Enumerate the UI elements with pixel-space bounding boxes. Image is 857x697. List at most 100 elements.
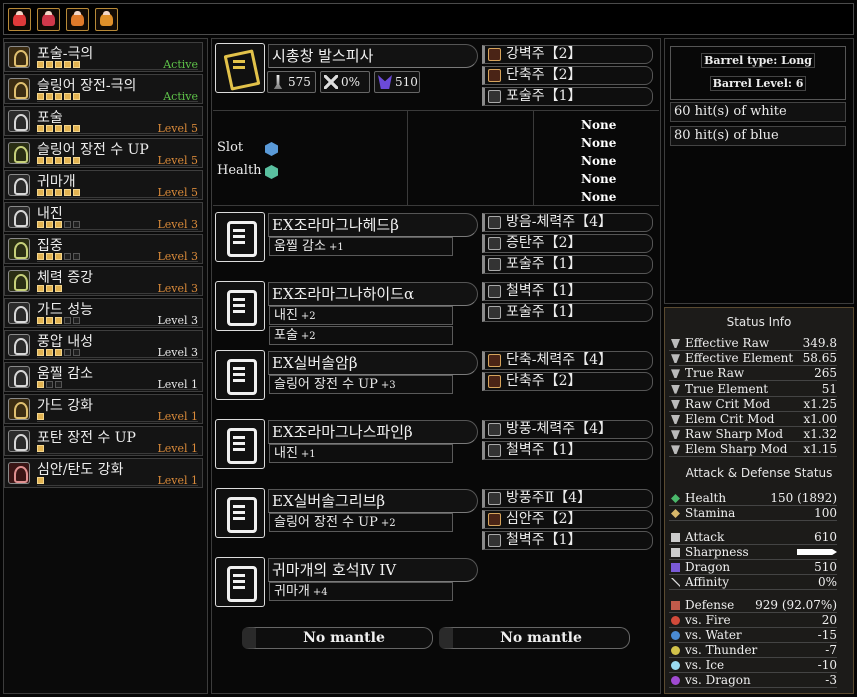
stat-icon xyxy=(671,430,680,440)
skill-name: 움찔 감소 xyxy=(37,366,93,382)
skill-row[interactable]: 체력 증강 Level 3 xyxy=(4,266,203,296)
skill-icon xyxy=(8,462,30,484)
guild-flag-icon-1[interactable] xyxy=(8,8,31,31)
armor-name: EX실버솔암β xyxy=(268,351,478,375)
level-pip xyxy=(37,317,44,324)
white-hits: 60 hit(s) of white xyxy=(670,102,846,122)
skill-row[interactable]: 심안/탄도 강화 Level 1 xyxy=(4,458,203,488)
decoration-slot[interactable]: 방풍주Ⅱ【4】 xyxy=(482,489,653,508)
armor-icon xyxy=(215,419,265,469)
level-pip xyxy=(55,61,62,68)
decoration-slot[interactable]: 강벽주【2】 xyxy=(482,45,653,64)
guild-flag-icon-4[interactable] xyxy=(95,8,118,31)
decoration-slot[interactable]: 철벽주【1】 xyxy=(482,282,653,301)
level-pip xyxy=(64,157,71,164)
armor-icon xyxy=(215,281,265,331)
armor-skill: 슬링어 장전 수 UP +3 xyxy=(269,375,453,394)
decoration-slot[interactable]: 단축-체력주【4】 xyxy=(482,351,653,370)
skill-icon xyxy=(8,174,30,196)
slot-label: Slot xyxy=(217,140,244,155)
armor-piece-row[interactable]: EX실버솔그리브β 슬링어 장전 수 UP +2 xyxy=(215,488,480,556)
armor-skill: 슬링어 장전 수 UP +2 xyxy=(269,513,453,532)
none-value: None xyxy=(581,136,617,150)
barrel-type: Barrel type: Long xyxy=(701,53,815,68)
status-row: vs. Thunder -7 xyxy=(669,643,837,658)
decoration-slot[interactable]: 방풍-체력주【4】 xyxy=(482,420,653,439)
level-pip xyxy=(46,381,53,388)
decoration-icon xyxy=(488,444,501,457)
status-row: Effective Element 58.65 xyxy=(669,351,837,367)
armor-icon xyxy=(215,350,265,400)
decoration-icon xyxy=(488,354,501,367)
skill-row[interactable]: 가드 성능 Level 3 xyxy=(4,298,203,328)
armor-name: EX조라마그나헤드β xyxy=(268,213,478,237)
decoration-slot[interactable]: 증탄주【2】 xyxy=(482,234,653,253)
decoration-icon xyxy=(488,534,501,547)
armor-piece-row[interactable]: 귀마개의 호석Ⅳ IV 귀마개 +4 xyxy=(215,557,480,625)
skill-level: Level 3 xyxy=(157,282,198,295)
resist-icon xyxy=(671,631,680,640)
armor-piece-row[interactable]: EX조라마그나스파인β 내진 +1 xyxy=(215,419,480,487)
guild-flag-icon-3[interactable] xyxy=(66,8,89,31)
skill-row[interactable]: 풍압 내성 Level 3 xyxy=(4,330,203,360)
skill-row[interactable]: 귀마개 Level 5 xyxy=(4,170,203,200)
skill-level: Level 1 xyxy=(157,378,198,391)
decoration-slot[interactable]: 포술주【1】 xyxy=(482,303,653,322)
skill-name: 심안/탄도 강화 xyxy=(37,462,124,478)
health-hex-icon xyxy=(265,165,278,179)
status-panel: Status Info Attack & Defense Status Effe… xyxy=(664,307,854,694)
skill-row[interactable]: 집중 Level 3 xyxy=(4,234,203,264)
level-pip xyxy=(55,221,62,228)
resist-icon xyxy=(671,661,680,670)
skill-level-pips xyxy=(37,253,80,261)
skill-row[interactable]: 내진 Level 3 xyxy=(4,202,203,232)
decoration-slot[interactable]: 철벽주【1】 xyxy=(482,441,653,460)
decoration-slot[interactable]: 포술주【1】 xyxy=(482,87,653,106)
decoration-icon xyxy=(488,69,501,82)
level-pip xyxy=(46,253,53,260)
status-row: Dragon 510 xyxy=(669,560,837,575)
guild-flag-icon-2[interactable] xyxy=(37,8,60,31)
armor-piece-row[interactable]: EX조라마그나하이드α 내진 +2 포술 +2 xyxy=(215,281,480,349)
affinity-icon xyxy=(671,578,680,587)
decoration-slot[interactable]: 심안주【2】 xyxy=(482,510,653,529)
status-row: vs. Water -15 xyxy=(669,628,837,643)
level-pip xyxy=(55,189,62,196)
affinity-stat: 0% xyxy=(320,71,370,93)
skill-level: Level 3 xyxy=(157,250,198,263)
skill-icon xyxy=(8,366,30,388)
skill-icon xyxy=(8,398,30,420)
decoration-icon xyxy=(488,90,501,103)
dragon-element-icon xyxy=(378,75,392,89)
decoration-slot[interactable]: 단축주【2】 xyxy=(482,66,653,85)
skill-name: 집중 xyxy=(37,238,63,254)
armor-name: EX실버솔그리브β xyxy=(268,489,478,513)
resist-icon xyxy=(671,616,680,625)
level-pip xyxy=(37,285,44,292)
crossed-swords-icon xyxy=(324,75,338,89)
skill-name: 포술 xyxy=(37,110,63,126)
skill-row[interactable]: 움찔 감소 Level 1 xyxy=(4,362,203,392)
skill-row[interactable]: 포술 Level 5 xyxy=(4,106,203,136)
skill-row[interactable]: 포탄 장전 수 UP Level 1 xyxy=(4,426,203,456)
skill-row[interactable]: 가드 강화 Level 1 xyxy=(4,394,203,424)
decoration-slot[interactable]: 포술주【1】 xyxy=(482,255,653,274)
mantle-slot-1[interactable]: No mantle xyxy=(242,627,433,649)
skill-row[interactable]: 슬링어 장전-극의 Active xyxy=(4,74,203,104)
status-row: Health 150 (1892) xyxy=(669,491,837,506)
armor-piece-row[interactable]: EX실버솔암β 슬링어 장전 수 UP +3 xyxy=(215,350,480,418)
skill-icon xyxy=(8,430,30,452)
armor-piece-row[interactable]: EX조라마그나헤드β 움찔 감소 +1 xyxy=(215,212,480,280)
attack-icon xyxy=(671,533,680,542)
mantle-slot-2[interactable]: No mantle xyxy=(439,627,630,649)
decoration-slot[interactable]: 철벽주【1】 xyxy=(482,531,653,550)
decoration-slot[interactable]: 단축주【2】 xyxy=(482,372,653,391)
skill-level-pips xyxy=(37,381,62,389)
skill-row[interactable]: 슬링어 장전 수 UP Level 5 xyxy=(4,138,203,168)
skill-row[interactable]: 포술-극의 Active xyxy=(4,42,203,72)
skill-level-pips xyxy=(37,189,80,197)
skill-level-pips xyxy=(37,285,62,293)
decoration-slot[interactable]: 방음-체력주【4】 xyxy=(482,213,653,232)
skill-name: 슬링어 장전 수 UP xyxy=(37,142,149,158)
skill-level: Level 3 xyxy=(157,218,198,231)
